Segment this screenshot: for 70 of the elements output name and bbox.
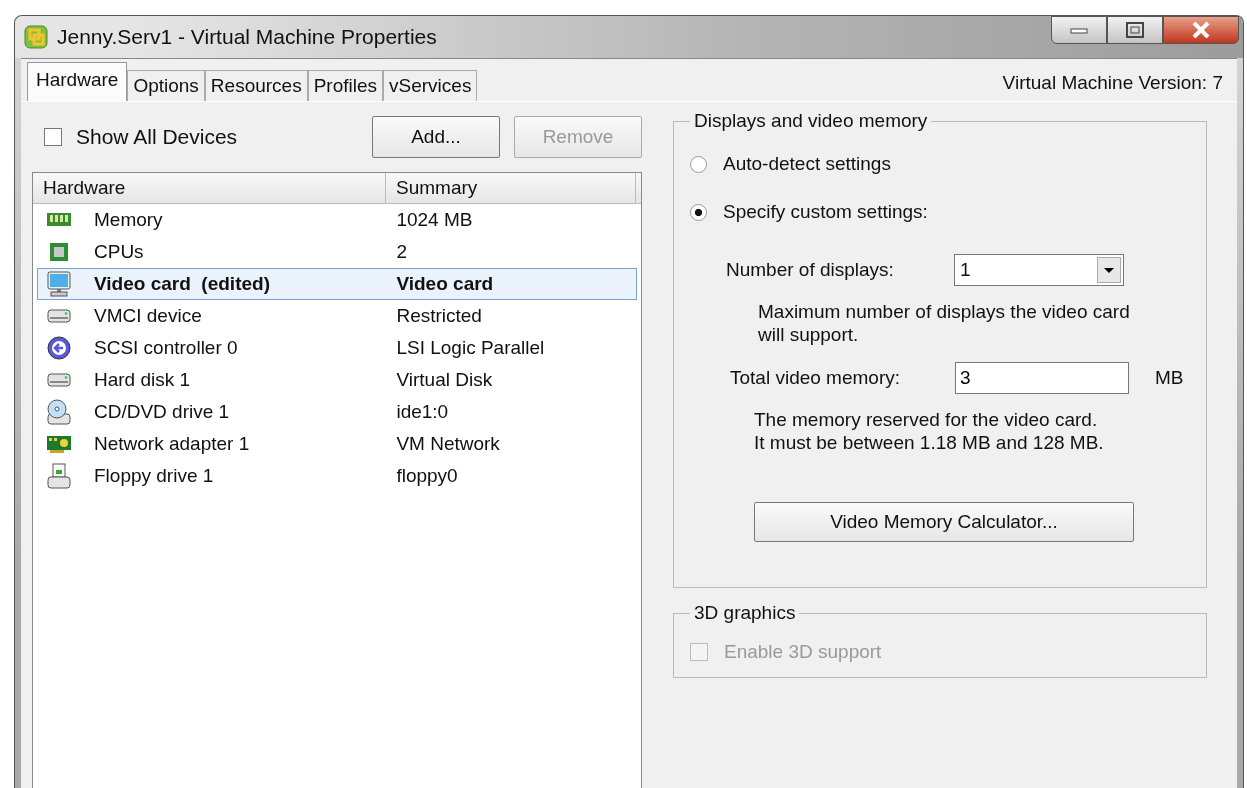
- network-card-icon: [46, 434, 72, 454]
- radio-button[interactable]: [690, 203, 707, 221]
- version-label: Virtual Machine Version: 7: [1002, 71, 1223, 94]
- device-summary: ide1:0: [396, 401, 449, 423]
- field-label: Total video memory:: [730, 367, 901, 389]
- window-title: Jenny.Serv1 - Virtual Machine Properties: [57, 25, 437, 49]
- hardware-row[interactable]: SCSI controller 0 LSI Logic Parallel: [37, 332, 637, 364]
- hardware-row[interactable]: CPUs 2: [37, 236, 637, 268]
- hardware-row[interactable]: Network adapter 1 VM Network: [37, 428, 637, 460]
- device-summary: Video card: [396, 273, 494, 295]
- disc-drive-icon: [46, 399, 72, 425]
- device-summary: LSI Logic Parallel: [396, 337, 545, 359]
- device-name: VMCI device: [94, 305, 202, 327]
- device-name: Network adapter 1: [94, 433, 250, 455]
- app-icon: [23, 24, 49, 50]
- minimize-button[interactable]: [1051, 16, 1107, 44]
- monitor-icon: [46, 271, 72, 297]
- hardware-row[interactable]: CD/DVD drive 1 ide1:0: [37, 396, 637, 428]
- minimize-icon: [1069, 25, 1089, 35]
- hardware-row[interactable]: Floppy drive 1 floppy0: [37, 460, 637, 492]
- calculator-button[interactable]: Video Memory Calculator...: [754, 502, 1134, 542]
- maximize-button[interactable]: [1107, 16, 1163, 44]
- checkbox[interactable]: [44, 128, 62, 146]
- hardware-row[interactable]: Memory 1024 MB: [37, 204, 637, 236]
- field-label: Number of displays:: [726, 259, 895, 281]
- tab[interactable]: Resources: [204, 70, 308, 101]
- device-summary: VM Network: [396, 433, 500, 455]
- hardware-row[interactable]: Video card (edited) Video card: [37, 268, 637, 300]
- column-header[interactable]: Summary: [386, 173, 636, 203]
- device-name: CPUs: [94, 241, 144, 263]
- group-title: 3D graphics: [693, 602, 797, 624]
- tab[interactable]: vServices: [383, 70, 478, 101]
- hardware-row[interactable]: VMCI device Restricted: [37, 300, 637, 332]
- floppy-drive-icon: [46, 463, 72, 489]
- radio-label: Auto-detect settings: [723, 153, 891, 175]
- device-name: Memory: [94, 209, 163, 231]
- checkbox-label: Show All Devices: [76, 125, 238, 149]
- device-summary: 1024 MB: [396, 209, 473, 231]
- device-name: SCSI controller 0: [94, 337, 238, 359]
- radio-button[interactable]: [690, 155, 707, 173]
- maximize-icon: [1125, 21, 1145, 39]
- tab[interactable]: Profiles: [307, 70, 384, 101]
- device-summary: floppy0: [396, 465, 458, 487]
- checkbox-label: Enable 3D support: [724, 641, 882, 663]
- video-memory-field[interactable]: 3: [955, 362, 1129, 394]
- tab[interactable]: Options: [127, 70, 205, 101]
- add-button[interactable]: Add...: [372, 116, 500, 158]
- close-icon: [1190, 21, 1212, 39]
- device-name: Video card (edited): [94, 273, 270, 295]
- column-header[interactable]: Hardware: [33, 173, 386, 203]
- hardware-row[interactable]: Hard disk 1 Virtual Disk: [37, 364, 637, 396]
- device-summary: Virtual Disk: [396, 369, 493, 391]
- hint-text: Maximum number of displays the video card will support.: [757, 300, 1131, 346]
- group-title: Displays and video memory: [693, 110, 929, 132]
- displays-dropdown[interactable]: 1: [954, 254, 1124, 286]
- drive-icon: [46, 309, 72, 323]
- close-button[interactable]: [1163, 16, 1239, 44]
- arrow-circle-icon: [46, 336, 72, 360]
- radio-label: Specify custom settings:: [723, 201, 928, 223]
- device-summary: Restricted: [396, 305, 482, 327]
- unit-label: MB: [1155, 367, 1184, 389]
- device-summary: 2: [396, 241, 407, 263]
- drive-icon: [46, 373, 72, 387]
- hint-text: It must be between 1.18 MB and 128 MB.: [754, 431, 1105, 454]
- device-name: CD/DVD drive 1: [94, 401, 230, 423]
- device-name: Hard disk 1: [94, 369, 191, 391]
- hint-text: The memory reserved for the video card.: [754, 408, 1099, 431]
- memory-icon: [46, 212, 72, 228]
- device-name: Floppy drive 1: [94, 465, 214, 487]
- tab[interactable]: Hardware: [27, 62, 128, 101]
